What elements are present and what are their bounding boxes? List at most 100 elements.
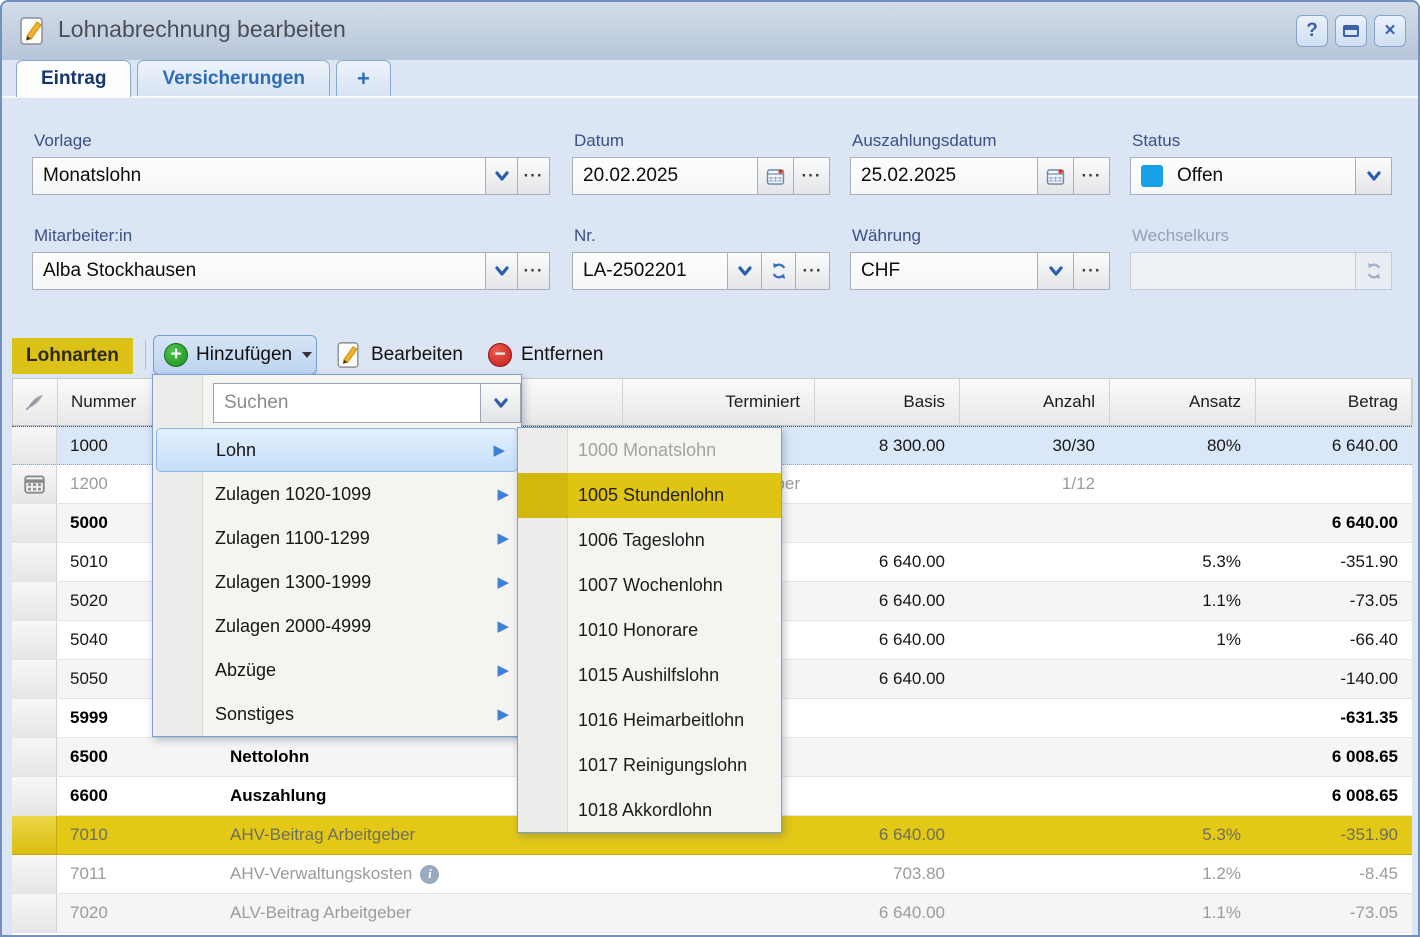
toolbar-separator [145, 340, 146, 370]
submenu-item-1006-tageslohn[interactable]: 1006 Tageslohn [518, 518, 781, 563]
status-dropdown-button[interactable] [1355, 158, 1391, 194]
vorlage-value: Monatslohn [33, 158, 485, 194]
menu-item-abz-ge[interactable]: Abzüge▶ [153, 648, 521, 692]
waehrung-field[interactable]: CHF ··· [850, 252, 1110, 290]
search-dropdown-button[interactable] [481, 383, 521, 423]
remove-minus-icon: − [488, 343, 512, 367]
mitarbeiter-more-button[interactable]: ··· [517, 253, 549, 289]
mitarbeiter-dropdown-button[interactable] [485, 253, 517, 289]
vorlage-dropdown-button[interactable] [485, 158, 517, 194]
anzahl-cell [959, 621, 1109, 659]
nr-dropdown-button[interactable] [727, 253, 761, 289]
mitarbeiter-field[interactable]: Alba Stockhausen ··· [32, 252, 550, 290]
datum-field[interactable]: 20.02.2025 ··· [572, 157, 830, 195]
auszahlungsdatum-calendar-button[interactable] [1037, 158, 1073, 194]
refresh-icon [770, 262, 788, 280]
close-button[interactable]: × [1374, 15, 1406, 47]
datum-calendar-button[interactable] [757, 158, 793, 194]
nr-more-button[interactable]: ··· [795, 253, 829, 289]
submenu-item-1017-reinigungslohn[interactable]: 1017 Reinigungslohn [518, 743, 781, 788]
row-icon-cell [12, 816, 57, 854]
anzahl-cell [959, 660, 1109, 698]
waehrung-dropdown-button[interactable] [1037, 253, 1073, 289]
row-icon-cell [12, 738, 57, 776]
betrag-cell: -73.05 [1255, 894, 1412, 932]
column-header-ansatz[interactable]: Ansatz [1110, 379, 1256, 425]
basis-cell: 6 640.00 [814, 543, 959, 581]
submenu-item-list: 1000 Monatslohn 1005 Stundenlohn 1006 Tage… [518, 428, 781, 833]
submenu-arrow-icon: ▶ [497, 485, 509, 503]
waehrung-more-button[interactable]: ··· [1073, 253, 1109, 289]
tab-eintrag[interactable]: Eintrag [16, 60, 131, 97]
chevron-down-icon [1048, 265, 1064, 278]
hinzufuegen-button[interactable]: + Hinzufügen [153, 335, 317, 375]
submenu-item-1018-akkordlohn[interactable]: 1018 Akkordlohn [518, 788, 781, 833]
menu-item-zulagen-1020-1099[interactable]: Zulagen 1020-1099▶ [153, 472, 521, 516]
nummer-cell: 7020 [57, 894, 220, 932]
anzahl-cell [959, 543, 1109, 581]
submenu-item-label: 1000 Monatslohn [578, 440, 716, 461]
auszahlungsdatum-field[interactable]: 25.02.2025 ··· [850, 157, 1110, 195]
submenu-item-1016-heimarbeitlohn[interactable]: 1016 Heimarbeitlohn [518, 698, 781, 743]
submenu-item-label: 1006 Tageslohn [578, 530, 705, 551]
maximize-button[interactable] [1335, 15, 1367, 47]
ellipsis-icon: ··· [802, 171, 822, 181]
table-row[interactable]: 7020ALV-Beitrag Arbeitgeber6 640.001.1%-… [12, 894, 1412, 933]
betrag-cell [1255, 465, 1412, 503]
menu-item-zulagen-1300-1999[interactable]: Zulagen 1300-1999▶ [153, 560, 521, 604]
table-row[interactable]: 7011AHV-Verwaltungskosten i703.801.2%-8.… [12, 855, 1412, 894]
panel-divider [2, 96, 1418, 98]
row-icon-cell [12, 660, 57, 698]
hinzufuegen-dropdown-menu: Suchen Lohn▶Zulagen 1020-1099▶Zulagen 11… [152, 374, 522, 737]
column-header-anzahl[interactable]: Anzahl [960, 379, 1110, 425]
nummer-cell: 6600 [57, 777, 220, 815]
title-bar: Lohnabrechnung bearbeiten ? × [2, 2, 1418, 60]
status-field[interactable]: Offen [1130, 157, 1392, 195]
quick-filter-column-header[interactable] [13, 379, 58, 425]
submenu-item-1010-honorare[interactable]: 1010 Honorare [518, 608, 781, 653]
menu-item-zulagen-2000-4999[interactable]: Zulagen 2000-4999▶ [153, 604, 521, 648]
menu-item-lohn[interactable]: Lohn▶ [156, 428, 518, 472]
basis-cell: 703.80 [814, 855, 959, 893]
basis-cell: 6 640.00 [814, 660, 959, 698]
column-header-basis[interactable]: Basis [815, 379, 960, 425]
column-header-betrag[interactable]: Betrag [1256, 379, 1413, 425]
betrag-cell: -351.90 [1255, 543, 1412, 581]
submenu-item-1007-wochenlohn[interactable]: 1007 Wochenlohn [518, 563, 781, 608]
menu-item-zulagen-1100-1299[interactable]: Zulagen 1100-1299▶ [153, 516, 521, 560]
nr-refresh-button[interactable] [761, 253, 795, 289]
betrag-cell: 6 008.65 [1255, 738, 1412, 776]
submenu-item-1000-monatslohn[interactable]: 1000 Monatslohn [518, 428, 781, 473]
feather-icon [24, 392, 46, 412]
chevron-down-icon [493, 397, 509, 410]
menu-item-sonstiges[interactable]: Sonstiges▶ [153, 692, 521, 736]
tab-add[interactable]: + [336, 60, 391, 97]
submenu-item-1015-aushilfslohn[interactable]: 1015 Aushilfslohn [518, 653, 781, 698]
help-button[interactable]: ? [1296, 15, 1328, 47]
submenu-item-1005-stundenlohn[interactable]: 1005 Stundenlohn [518, 473, 781, 518]
betrag-cell: -140.00 [1255, 660, 1412, 698]
auszahlungsdatum-more-button[interactable]: ··· [1073, 158, 1109, 194]
bearbeiten-button[interactable]: Bearbeiten [335, 337, 463, 373]
anzahl-cell [959, 738, 1109, 776]
chevron-down-icon [494, 170, 510, 183]
column-header-terminiert[interactable]: Terminiert [623, 379, 815, 425]
chevron-down-icon [737, 265, 753, 278]
submenu-arrow-icon: ▶ [497, 705, 509, 723]
lohnart-search-input[interactable]: Suchen [213, 383, 481, 423]
betrag-cell: -8.45 [1255, 855, 1412, 893]
betrag-cell: -73.05 [1255, 582, 1412, 620]
status-value: Offen [1131, 158, 1355, 194]
betrag-cell: -631.35 [1255, 699, 1412, 737]
ansatz-cell: 1.1% [1109, 582, 1255, 620]
nr-field[interactable]: LA-2502201 ··· [572, 252, 830, 290]
vorlage-more-button[interactable]: ··· [517, 158, 549, 194]
info-icon[interactable]: i [420, 865, 439, 884]
tab-versicherungen[interactable]: Versicherungen [137, 60, 330, 97]
basis-cell [814, 699, 959, 737]
entfernen-button[interactable]: − Entfernen [488, 337, 603, 373]
ellipsis-icon: ··· [1082, 266, 1102, 276]
vorlage-field[interactable]: Monatslohn ··· [32, 157, 550, 195]
ansatz-cell: 1.1% [1109, 894, 1255, 932]
datum-more-button[interactable]: ··· [793, 158, 829, 194]
